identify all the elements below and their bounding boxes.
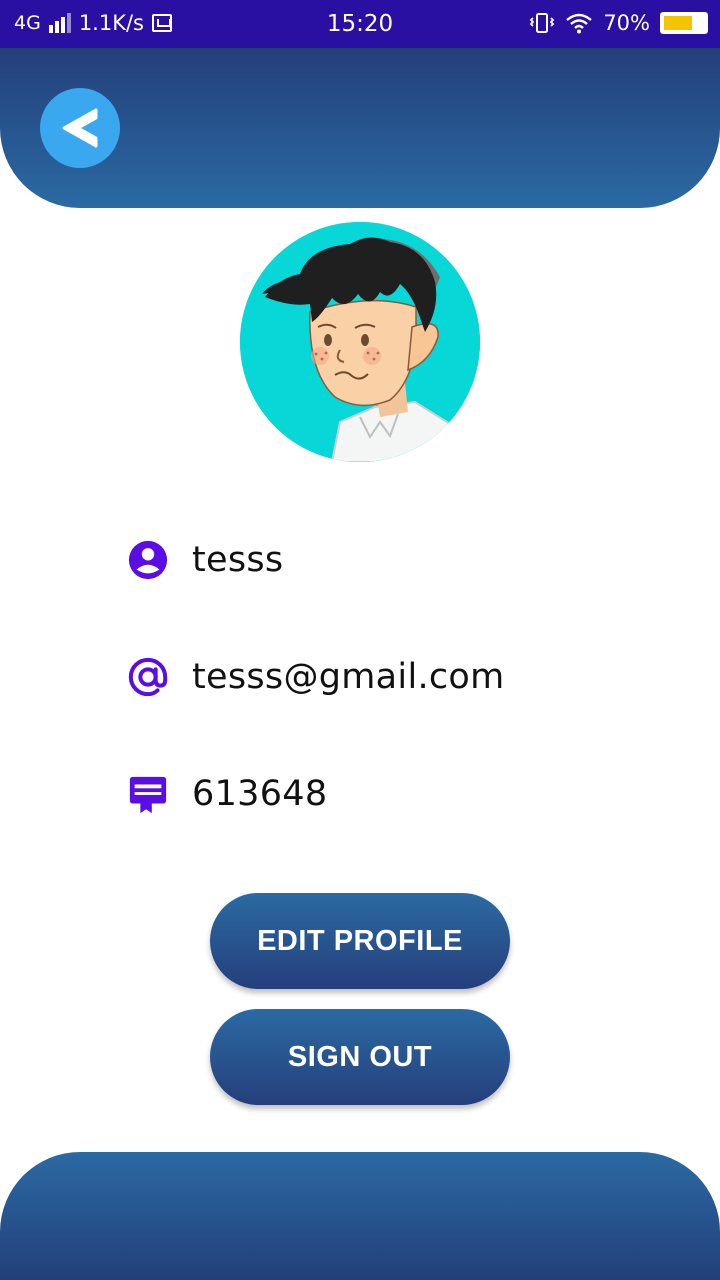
id-value: 613648	[192, 774, 328, 814]
cartoon-boy-avatar	[240, 222, 480, 462]
footer-banner	[0, 1152, 720, 1280]
battery-percent: 70%	[603, 11, 650, 35]
username-row: tesss	[126, 538, 283, 582]
edit-profile-button[interactable]: EDIT PROFILE	[210, 893, 510, 989]
avatar[interactable]	[240, 222, 480, 462]
status-bar: 4G 1.1K/s 15:20 70%	[0, 0, 720, 48]
chevron-left-icon	[62, 108, 98, 148]
email-value: tesss@gmail.com	[192, 657, 505, 697]
battery-icon	[660, 12, 708, 34]
sign-out-button[interactable]: SIGN OUT	[210, 1009, 510, 1105]
account-circle-icon	[126, 538, 170, 582]
badge-card-icon	[126, 772, 170, 816]
back-button[interactable]	[40, 88, 120, 168]
email-row: tesss@gmail.com	[126, 655, 505, 699]
wifi-icon	[566, 13, 593, 34]
status-right: 70%	[529, 11, 708, 35]
at-sign-icon	[126, 655, 170, 699]
vibrate-icon	[530, 13, 555, 33]
battery-fill	[664, 16, 692, 30]
id-row: 613648	[126, 772, 327, 816]
username-value: tesss	[192, 540, 284, 580]
